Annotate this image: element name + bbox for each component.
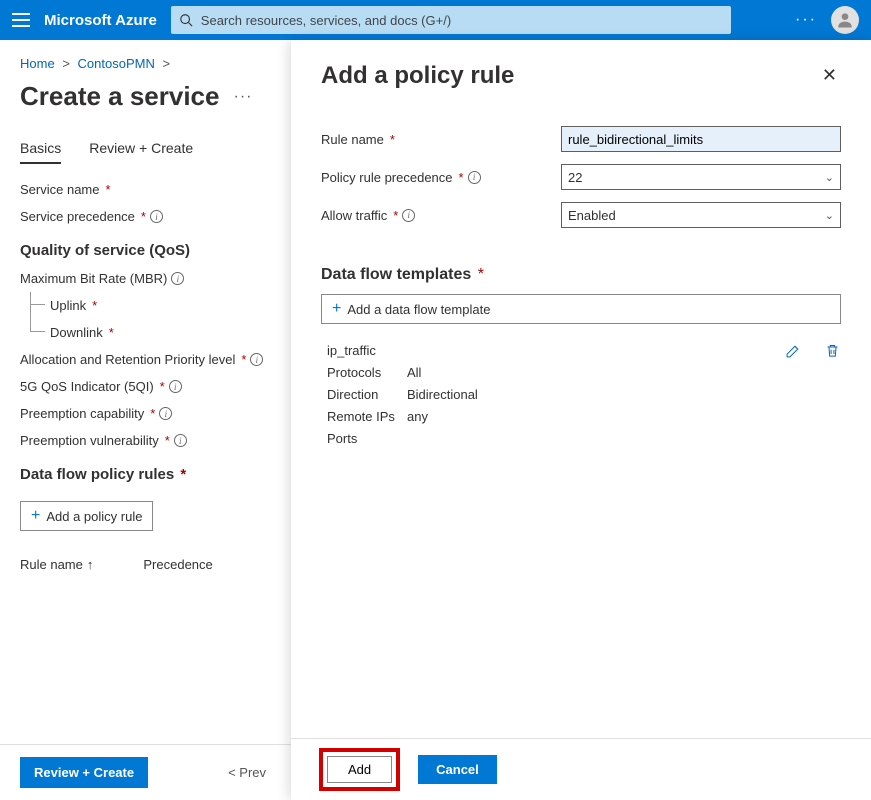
preempt-vul-label: Preemption vulnerability*i — [20, 433, 187, 448]
qos-heading: Quality of service (QoS) — [20, 242, 290, 259]
info-icon[interactable]: i — [174, 434, 187, 447]
plus-icon: + — [332, 301, 341, 317]
add-policy-rule-button[interactable]: +Add a policy rule — [20, 501, 153, 531]
add-policy-rule-panel: Add a policy rule ✕ Rule name* Policy ru… — [291, 40, 871, 800]
user-avatar[interactable] — [831, 6, 859, 34]
info-icon[interactable]: i — [150, 210, 163, 223]
add-button[interactable]: Add — [327, 756, 392, 783]
page-overflow-icon[interactable]: ··· — [233, 88, 252, 106]
delete-template-button[interactable] — [824, 342, 841, 362]
info-icon[interactable]: i — [169, 380, 182, 393]
chevron-down-icon: ⌄ — [825, 209, 834, 222]
azure-topbar: Microsoft Azure Search resources, servic… — [0, 0, 871, 40]
fiveqi-label: 5G QoS Indicator (5QI)*i — [20, 379, 182, 394]
service-name-label: Service name* — [20, 182, 111, 197]
panel-title: Add a policy rule — [321, 62, 514, 90]
arp-label: Allocation and Retention Priority level*… — [20, 352, 263, 367]
review-create-button[interactable]: Review + Create — [20, 757, 148, 788]
rule-precedence-select[interactable]: 22⌄ — [561, 164, 841, 190]
breadcrumb-item[interactable]: ContosoPMN — [78, 56, 155, 71]
template-name: ip_traffic — [327, 340, 785, 362]
add-flow-template-button[interactable]: +Add a data flow template — [321, 294, 841, 324]
person-icon — [835, 10, 855, 30]
page-title: Create a service — [20, 81, 219, 112]
trash-icon — [824, 342, 841, 359]
global-search-input[interactable]: Search resources, services, and docs (G+… — [171, 6, 731, 34]
uplink-label: Uplink* — [50, 298, 97, 313]
search-icon — [179, 13, 193, 27]
rules-table-header: Rule name ↑ Precedence — [20, 557, 290, 572]
info-icon[interactable]: i — [159, 407, 172, 420]
rule-precedence-label: Policy rule precedence*i — [321, 170, 561, 185]
preempt-cap-label: Preemption capability*i — [20, 406, 172, 421]
info-icon[interactable]: i — [171, 272, 184, 285]
hamburger-menu-icon[interactable] — [12, 13, 30, 27]
allow-traffic-select[interactable]: Enabled⌄ — [561, 202, 841, 228]
chevron-down-icon: ⌄ — [825, 171, 834, 184]
info-icon[interactable]: i — [402, 209, 415, 222]
rule-name-input[interactable] — [561, 126, 841, 152]
downlink-label: Downlink* — [50, 325, 114, 340]
plus-icon: + — [31, 508, 40, 524]
sort-up-icon: ↑ — [87, 557, 94, 572]
close-icon[interactable]: ✕ — [818, 62, 841, 88]
rule-name-label: Rule name* — [321, 132, 561, 147]
previous-button[interactable]: < Prev — [228, 765, 266, 780]
rules-heading: Data flow policy rules * — [20, 466, 290, 483]
tab-review-create[interactable]: Review + Create — [89, 140, 193, 164]
cancel-button[interactable]: Cancel — [418, 755, 497, 784]
pencil-icon — [785, 342, 802, 359]
brand-label: Microsoft Azure — [44, 12, 157, 29]
mbr-label: Maximum Bit Rate (MBR)i — [20, 271, 184, 286]
overflow-menu-icon[interactable]: ··· — [795, 11, 817, 29]
info-icon[interactable]: i — [468, 171, 481, 184]
service-precedence-label: Service precedence*i — [20, 209, 163, 224]
tab-basics[interactable]: Basics — [20, 140, 61, 164]
info-icon[interactable]: i — [250, 353, 263, 366]
panel-footer: Add Cancel — [291, 738, 871, 800]
col-rule-name[interactable]: Rule name ↑ — [20, 557, 93, 572]
breadcrumb-home[interactable]: Home — [20, 56, 55, 71]
search-placeholder: Search resources, services, and docs (G+… — [201, 13, 451, 28]
col-precedence[interactable]: Precedence — [143, 557, 212, 572]
allow-traffic-label: Allow traffic*i — [321, 208, 561, 223]
flow-template-item: ip_traffic ProtocolsAll DirectionBidirec… — [321, 340, 841, 450]
templates-heading: Data flow templates * — [321, 266, 841, 284]
edit-template-button[interactable] — [785, 342, 802, 362]
add-button-highlight: Add — [319, 748, 400, 791]
